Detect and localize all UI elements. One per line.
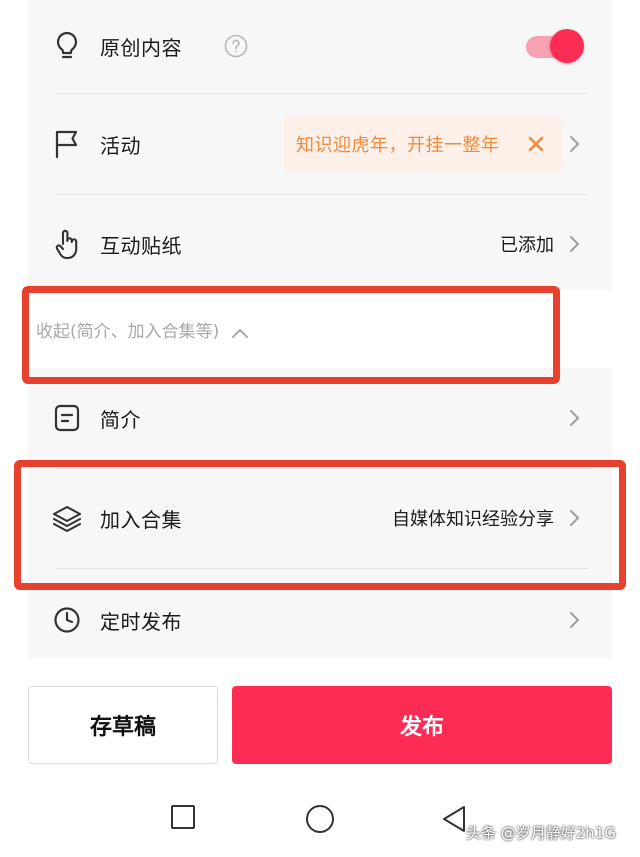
tap-hand-icon <box>52 229 82 260</box>
flag-icon <box>52 129 82 159</box>
activity-row[interactable]: 活动 知识迎虎年，开挂一整年 <box>28 94 612 194</box>
close-icon[interactable] <box>528 136 544 152</box>
watermark: 头条 @岁月静好2h1G <box>466 824 616 842</box>
layers-icon <box>52 503 82 533</box>
chevron-right-icon <box>568 610 582 630</box>
activity-tag-text: 知识迎虎年，开挂一整年 <box>296 135 500 156</box>
circle-icon[interactable] <box>305 804 335 838</box>
help-icon[interactable] <box>224 34 248 58</box>
collection-value: 自媒体知识经验分享 <box>392 509 554 530</box>
collection-row[interactable]: 加入合集 自媒体知识经验分享 <box>28 468 612 568</box>
publish-button[interactable]: 发布 <box>232 686 612 764</box>
clock-icon <box>52 605 82 635</box>
schedule-label: 定时发布 <box>100 609 182 634</box>
divider <box>56 568 588 569</box>
chevron-right-icon <box>568 134 582 154</box>
toggle-knob <box>550 29 584 63</box>
square-icon[interactable] <box>170 804 196 834</box>
activity-label: 活动 <box>100 133 141 158</box>
collapse-more-button[interactable]: 收起(简介、加入合集等) <box>36 317 249 342</box>
sticker-value: 已添加 <box>500 235 554 256</box>
sticker-label: 互动贴纸 <box>100 233 182 258</box>
lightbulb-icon <box>52 31 82 61</box>
chevron-right-icon <box>568 408 582 428</box>
chevron-up-icon <box>231 324 249 338</box>
chevron-right-icon <box>568 234 582 254</box>
intro-row[interactable]: 简介 <box>28 368 612 468</box>
schedule-row[interactable]: 定时发布 <box>28 570 612 670</box>
collection-label: 加入合集 <box>100 507 182 532</box>
document-icon <box>52 403 82 433</box>
triangle-back-icon[interactable] <box>440 804 468 838</box>
sticker-row[interactable]: 互动贴纸 已添加 <box>28 194 612 294</box>
save-draft-button[interactable]: 存草稿 <box>28 686 218 764</box>
activity-tag[interactable]: 知识迎虎年，开挂一整年 <box>284 116 562 172</box>
original-content-label: 原创内容 <box>100 35 182 60</box>
intro-label: 简介 <box>100 407 141 432</box>
original-content-row: 原创内容 <box>28 0 612 96</box>
chevron-right-icon <box>568 508 582 528</box>
original-content-toggle[interactable] <box>526 29 584 63</box>
collapse-label: 收起(简介、加入合集等) <box>36 322 220 342</box>
